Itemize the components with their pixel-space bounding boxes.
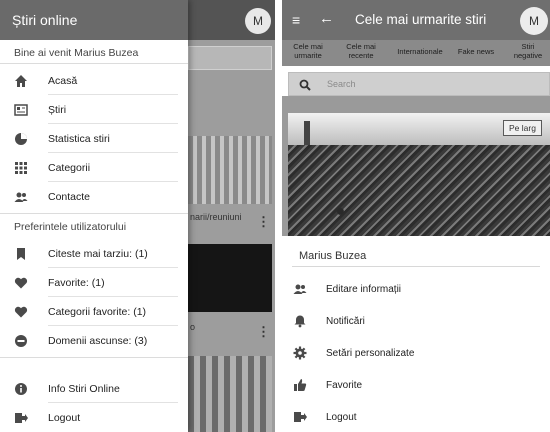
background-more-icon-2: ⋮ [257,324,270,339]
navigation-drawer: Știri online Bine ai venit Marius Buzea … [0,0,188,432]
contacts-icon [14,190,28,204]
background-card-caption-2: o [190,322,196,332]
tab-cele-mai-recente[interactable]: Cele mai recente [340,42,382,60]
background-card-caption-1: narii/reuniuni [190,212,242,222]
drawer-item-favorite[interactable]: Favorite: (1) [0,268,188,297]
menu-item-label: Editare informații [326,283,402,295]
tab-fake-news[interactable]: Fake news [454,47,498,56]
news-icon [14,103,28,117]
drawer-item-categorii[interactable]: Categorii [0,153,188,182]
divider [0,213,188,214]
drawer-item-label: Statistica stiri [48,132,110,145]
background-more-icon-1: ⋮ [257,214,270,229]
background-news-image-1 [188,136,272,204]
drawer-item-acasa[interactable]: Acasă [0,66,188,95]
edit-user-icon [293,282,307,296]
drawer-item-label: Contacte [48,190,91,203]
home-icon [14,74,28,88]
drawer-item-label: Citeste mai tarziu: (1) [48,247,148,260]
bell-icon [293,314,307,328]
right-screen: ≡ ← Cele mai urmarite stiri M Cele mai u… [282,0,550,432]
drawer-item-contacte[interactable]: Contacte [0,182,188,211]
background-search-bar [188,46,272,70]
divider [292,266,540,267]
divider [0,63,188,64]
hero-image-figure [304,121,310,145]
background-news-image-3 [188,356,272,432]
settings-icon [293,346,307,360]
pe-larg-button[interactable]: Pe larg [503,120,542,136]
drawer-item-categorii-favorite[interactable]: Categorii favorite: (1) [0,297,188,326]
user-menu-sheet: Marius Buzea Editare informații Notifică… [282,236,550,432]
drawer-item-label: Categorii [48,161,91,174]
appbar: ≡ ← Cele mai urmarite stiri M [282,0,550,40]
menu-item-editare[interactable]: Editare informații [282,279,550,299]
logout-icon [293,410,307,424]
tab-stiri-negative[interactable]: Stiri negative [508,42,548,60]
menu-item-label: Logout [326,411,357,423]
user-name: Marius Buzea [299,250,367,262]
drawer-item-statistica[interactable]: Statistica stiri [0,124,188,153]
divider [0,357,188,358]
drawer-item-label: Info Stiri Online [48,382,120,395]
drawer-title: Știri online [0,0,188,40]
drawer-item-label: Domenii ascunse: (3) [48,334,148,347]
menu-item-favorite[interactable]: Favorite [282,375,550,395]
minus-circle-icon [14,334,28,348]
menu-item-logout[interactable]: Logout [282,407,550,427]
drawer-item-label: Categorii favorite: (1) [48,305,147,318]
menu-item-setari[interactable]: Setări personalizate [282,343,550,363]
background-news-image-2 [188,244,272,312]
menu-icon[interactable]: ≡ [292,12,300,28]
bookmark-icon [14,247,28,261]
tab-cele-mai-urmarite[interactable]: Cele mai urmarite [288,42,328,60]
menu-item-label: Setări personalizate [326,347,415,359]
drawer-item-label: Logout [48,411,81,424]
drawer-item-logout[interactable]: Logout [0,403,188,432]
welcome-text: Bine ai venit Marius Buzea [14,47,139,59]
left-screen: M narii/reuniuni ⋮ o ⋮ Știri online Bine… [0,0,275,432]
drawer-item-label: Acasă [48,74,78,87]
grid-icon [14,161,28,175]
avatar[interactable]: M [520,7,548,35]
tab-internationale[interactable]: Internationale [392,47,448,56]
preferences-header: Preferintele utilizatorului [14,221,127,233]
drawer-item-stiri[interactable]: Știri [0,95,188,124]
search-input[interactable]: Search [288,72,550,96]
background-avatar[interactable]: M [245,8,271,34]
screen-gap [275,0,282,432]
drawer-item-domenii-ascunse[interactable]: Domenii ascunse: (3) [0,326,188,355]
drawer-item-label: Favorite: (1) [48,276,105,289]
info-icon [14,382,28,396]
pie-chart-icon [14,132,28,146]
menu-item-label: Notificări [326,315,365,327]
menu-item-notificari[interactable]: Notificări [282,311,550,331]
heart-icon [14,305,28,319]
menu-item-label: Favorite [326,379,363,391]
page-title: Cele mai urmarite stiri [355,12,487,27]
drawer-item-info[interactable]: Info Stiri Online [0,374,188,403]
search-icon [299,78,311,96]
logout-icon [14,411,28,425]
thumbs-up-icon [293,378,307,392]
drawer-item-citeste-mai-tarziu[interactable]: Citeste mai tarziu: (1) [0,239,188,268]
back-arrow-icon[interactable]: ← [319,10,334,27]
tabs-bar: Cele mai urmarite Cele mai recente Inter… [282,40,550,66]
drawer-item-label: Știri [48,103,67,116]
search-placeholder: Search [327,79,356,89]
heart-icon [14,276,28,290]
